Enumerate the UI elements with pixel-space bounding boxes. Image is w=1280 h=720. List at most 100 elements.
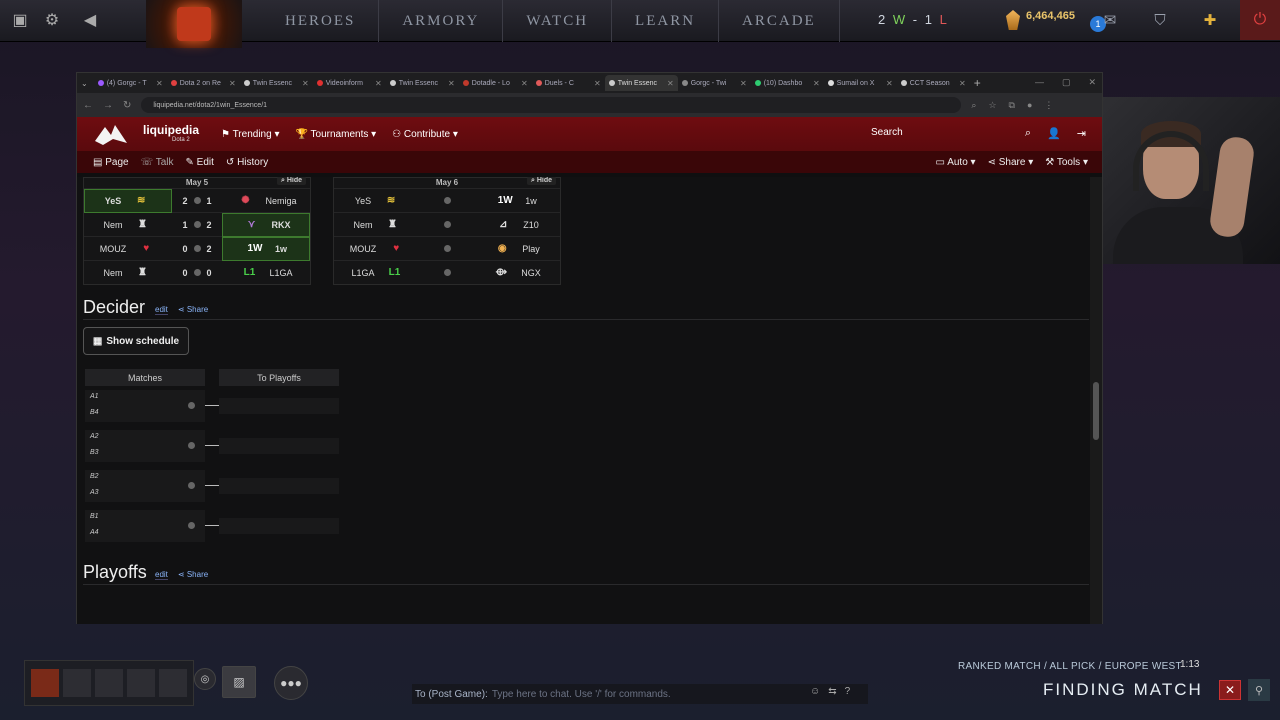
emoticon-icon[interactable]: ☺: [810, 686, 820, 697]
player-avatar[interactable]: [31, 669, 59, 697]
search-icon[interactable]: ⌕: [1025, 127, 1031, 140]
hide-button[interactable]: ⌕ Hide: [526, 177, 556, 185]
guild-banner-icon[interactable]: ▨: [222, 666, 256, 698]
browser-tab[interactable]: Gorgc - Twi ✕: [678, 75, 751, 91]
zoom-icon[interactable]: ⌕: [971, 100, 976, 111]
new-tab-button[interactable]: +: [974, 76, 981, 90]
tab-close-icon[interactable]: ✕: [375, 79, 382, 88]
party-slot[interactable]: [95, 669, 123, 697]
team-cell[interactable]: Nem ♜: [334, 213, 422, 237]
bracket-match[interactable]: B2 A3: [85, 470, 205, 502]
theme-auto[interactable]: ▭ Auto ▾: [936, 157, 976, 168]
browser-tab[interactable]: Dota 2 on Re ✕: [167, 75, 240, 91]
tab-close-icon[interactable]: ✕: [156, 79, 163, 88]
scrollbar-thumb[interactable]: [1093, 382, 1099, 440]
team-cell[interactable]: 1W 1w: [472, 189, 560, 213]
browser-tab[interactable]: Sumail on X ✕: [824, 75, 897, 91]
profile-icon[interactable]: ●: [1027, 100, 1032, 111]
team-cell[interactable]: 1W 1w: [222, 236, 310, 261]
playoffs-edit-link[interactable]: edit: [155, 570, 168, 580]
tab-close-icon[interactable]: ✕: [740, 79, 747, 88]
menu-trending[interactable]: ⚑ Trending ▾: [221, 129, 279, 140]
url-field[interactable]: liquipedia.net/dota2/1win_Essence/1: [141, 97, 962, 113]
match-info-icon[interactable]: [188, 522, 195, 529]
playoff-slot[interactable]: [219, 478, 339, 494]
bookmark-star-icon[interactable]: ☆: [988, 100, 996, 111]
action-edit[interactable]: ✎ Edit: [186, 157, 214, 168]
create-account-icon[interactable]: 👤: [1047, 127, 1061, 140]
menu-contribute[interactable]: ⚇ Contribute ▾: [392, 129, 458, 140]
tab-close-icon[interactable]: ✕: [521, 79, 528, 88]
plus-subscription-icon[interactable]: ✚: [1198, 8, 1222, 32]
back-arrow-icon[interactable]: ◀: [78, 8, 102, 32]
close-window-icon[interactable]: ✕: [1088, 77, 1096, 88]
match-info-icon[interactable]: [193, 197, 201, 204]
tab-close-icon[interactable]: ✕: [302, 79, 309, 88]
power-icon[interactable]: ⏻: [1240, 0, 1280, 40]
liquipedia-logo-icon[interactable]: [93, 121, 129, 147]
browser-tab[interactable]: Twin Essenc ✕: [240, 75, 313, 91]
settings-gear-icon[interactable]: ⚙: [40, 8, 64, 32]
login-icon[interactable]: ⇥: [1077, 127, 1086, 140]
extensions-icon[interactable]: ⧉: [1009, 100, 1015, 111]
browser-tab[interactable]: (4) Gorgc - T ✕: [94, 75, 167, 91]
browser-tab[interactable]: (10) Dashbo ✕: [751, 75, 824, 91]
party-slot[interactable]: [159, 669, 187, 697]
playoff-slot[interactable]: [219, 398, 339, 414]
show-schedule-button[interactable]: ▦ Show schedule: [83, 327, 189, 355]
matchmaking-options-icon[interactable]: ⚲: [1248, 679, 1270, 701]
party-slot[interactable]: [63, 669, 91, 697]
team-cell[interactable]: ⊿ Z10: [472, 213, 560, 237]
chat-channels-icon[interactable]: ●●●: [274, 666, 308, 700]
team-cell[interactable]: L1 L1GA: [222, 261, 310, 285]
browser-tab[interactable]: Dotadle - Lo ✕: [459, 75, 532, 91]
team-cell[interactable]: ✺ Nemiga: [222, 189, 310, 213]
nav-arcade[interactable]: ARCADE: [719, 0, 840, 42]
tab-close-icon[interactable]: ✕: [813, 79, 820, 88]
forward-icon[interactable]: →: [103, 100, 113, 111]
playoffs-share-link[interactable]: ⋖ Share: [178, 570, 208, 580]
team-cell[interactable]: YeS ≋: [334, 189, 422, 213]
menu-dots-icon[interactable]: ⋮: [1044, 100, 1053, 111]
tab-close-icon[interactable]: ✕: [448, 79, 455, 88]
team-cell[interactable]: ⋎ RKX: [222, 212, 310, 237]
team-cell[interactable]: ◉ Play: [472, 237, 560, 261]
match-info-icon[interactable]: [188, 402, 195, 409]
playoff-slot[interactable]: [219, 518, 339, 534]
party-slot[interactable]: [127, 669, 155, 697]
bracket-match[interactable]: B1 A4: [85, 510, 205, 542]
playoff-slot[interactable]: [219, 438, 339, 454]
action-talk[interactable]: ☏ Talk: [141, 157, 174, 168]
mail-icon[interactable]: ✉: [1098, 8, 1122, 32]
tab-close-icon[interactable]: ✕: [594, 79, 601, 88]
nav-watch[interactable]: WATCH: [503, 0, 613, 42]
team-cell[interactable]: Nem ♜: [84, 213, 172, 237]
nav-learn[interactable]: LEARN: [612, 0, 720, 42]
chat-input[interactable]: To (Post Game): Type here to chat. Use '…: [412, 684, 868, 704]
match-info-icon[interactable]: [193, 269, 201, 276]
nav-armory[interactable]: ARMORY: [379, 0, 504, 42]
team-cell[interactable]: YeS ≋: [84, 188, 172, 213]
tab-search-icon[interactable]: ⌄: [81, 79, 88, 88]
reload-icon[interactable]: ↻: [123, 100, 131, 111]
match-info-icon[interactable]: [443, 221, 451, 228]
dota-menu-icon[interactable]: ▣: [8, 8, 32, 32]
cancel-search-button[interactable]: ✕: [1219, 680, 1241, 700]
hide-button[interactable]: ⌕ Hide: [276, 177, 306, 185]
liquipedia-brand[interactable]: liquipedia: [143, 123, 199, 137]
match-info-icon[interactable]: [443, 245, 451, 252]
maximize-icon[interactable]: ▢: [1062, 77, 1071, 88]
back-icon[interactable]: ←: [83, 100, 93, 111]
team-cell[interactable]: Nem ♜: [84, 261, 172, 285]
share-menu[interactable]: ⋖ Share ▾: [988, 157, 1034, 168]
translate-icon[interactable]: ⇆: [828, 686, 836, 697]
decider-share-link[interactable]: ⋖ Share: [178, 305, 208, 315]
tab-close-icon[interactable]: ✕: [667, 79, 674, 88]
browser-tab[interactable]: Duels - C ✕: [532, 75, 605, 91]
help-icon[interactable]: ?: [845, 686, 851, 697]
nav-heroes[interactable]: HEROES: [262, 0, 380, 42]
team-cell[interactable]: ⟴ NGX: [472, 261, 560, 285]
match-info-icon[interactable]: [193, 245, 201, 252]
tab-close-icon[interactable]: ✕: [229, 79, 236, 88]
browser-tab[interactable]: Videoinform ✕: [313, 75, 386, 91]
